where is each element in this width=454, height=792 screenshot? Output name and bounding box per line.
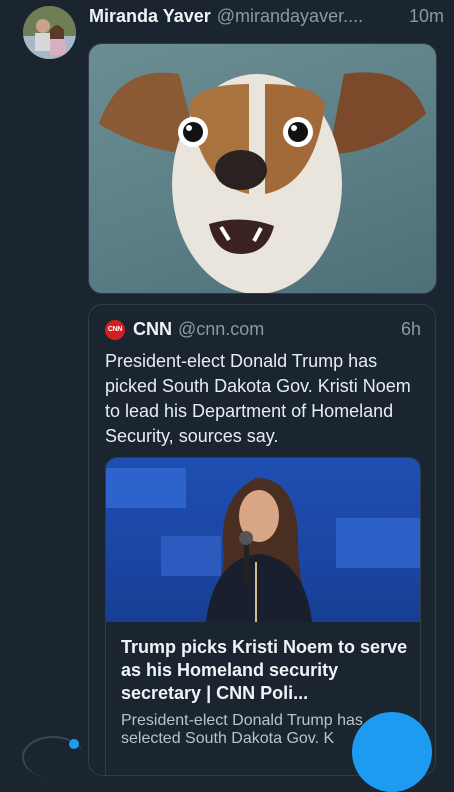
quoted-post-text: President-elect Donald Trump has picked …	[105, 351, 411, 446]
quoted-author-handle[interactable]: @cnn.com	[178, 319, 264, 340]
author-name[interactable]: Miranda Yaver	[89, 6, 211, 27]
link-card-title[interactable]: Trump picks Kristi Noem to serve as his …	[121, 636, 411, 705]
quoted-post[interactable]: CNN CNN @cnn.com 6h President-elect Dona…	[88, 304, 436, 776]
tweet-media-image[interactable]	[88, 43, 437, 294]
tweet-time[interactable]: 10m	[409, 6, 444, 27]
author-handle[interactable]: @mirandayaver....	[217, 6, 363, 27]
compose-fab[interactable]	[352, 712, 432, 792]
link-card-image	[106, 458, 420, 622]
quoted-post-time[interactable]: 6h	[401, 319, 421, 340]
author-avatar[interactable]	[23, 6, 76, 59]
quoted-post-header: CNN CNN @cnn.com 6h	[105, 319, 421, 340]
unread-indicator-dot	[69, 739, 79, 749]
quoted-author-name[interactable]: CNN	[133, 319, 172, 340]
cnn-logo-icon: CNN	[105, 319, 125, 340]
tweet-header: Miranda Yaver @mirandayaver.... 10m	[89, 6, 444, 34]
